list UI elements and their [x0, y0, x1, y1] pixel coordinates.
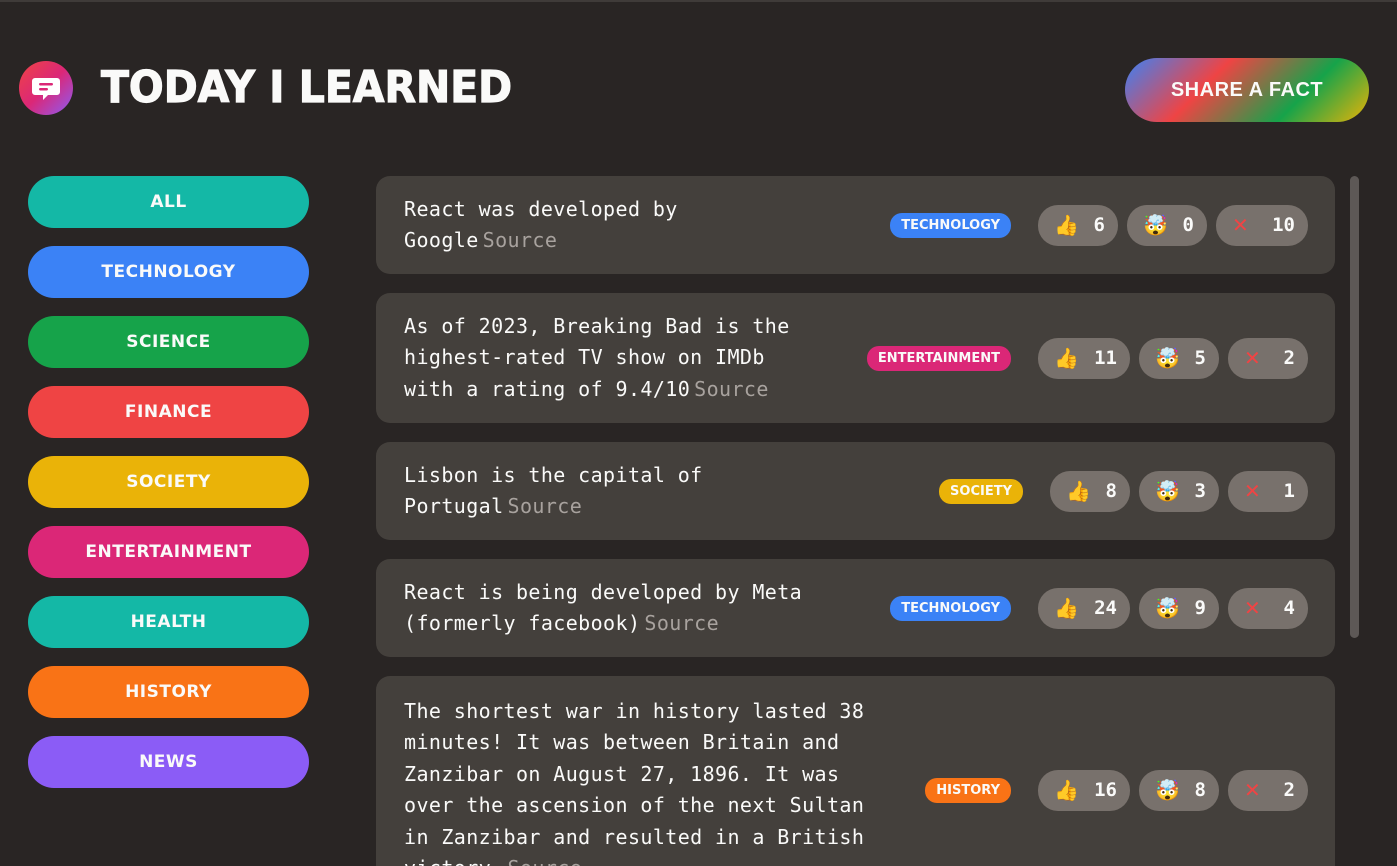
fact-text-body: React is being developed by Meta (former…	[404, 579, 803, 636]
exploding-head-icon: 🤯	[1155, 596, 1180, 620]
thumbs-up-icon: 👍	[1054, 596, 1079, 620]
category-tag: history	[925, 777, 1011, 803]
vote-false-button[interactable]: ✕ 1	[1228, 470, 1308, 512]
thumbs-up-icon: 👍	[1054, 213, 1079, 237]
source-link[interactable]: Source	[644, 611, 719, 635]
scrollbar[interactable]	[1349, 176, 1360, 866]
vote-count: 3	[1194, 480, 1206, 502]
thumbs-up-icon: 👍	[1054, 346, 1079, 370]
exploding-head-icon: 🤯	[1155, 778, 1180, 802]
vote-false-button[interactable]: ✕ 4	[1228, 587, 1308, 629]
exploding-head-icon: 🤯	[1143, 213, 1168, 237]
fact-item: As of 2023, Breaking Bad is the highest-…	[376, 293, 1335, 423]
vote-buttons: 👍 16 🤯 8 ✕ 2	[1038, 769, 1308, 811]
scrollbar-thumb[interactable]	[1350, 176, 1359, 638]
vote-mindblowing-button[interactable]: 🤯 0	[1127, 204, 1207, 246]
vote-count: 5	[1194, 347, 1206, 369]
category-button-all[interactable]: All	[28, 176, 309, 228]
category-tag: technology	[890, 595, 1011, 621]
vote-false-button[interactable]: ✕ 2	[1228, 337, 1308, 379]
source-link[interactable]: Source	[508, 494, 583, 518]
vote-count: 2	[1283, 347, 1295, 369]
category-button-health[interactable]: health	[28, 596, 309, 648]
facts-list: React was developed by Google Source tech…	[376, 176, 1335, 866]
source-link[interactable]: Source	[694, 377, 769, 401]
vote-buttons: 👍 24 🤯 9 ✕ 4	[1038, 587, 1308, 629]
category-button-society[interactable]: society	[28, 456, 309, 508]
vote-count: 16	[1094, 779, 1117, 801]
category-sidebar: All technology science finance society e…	[28, 176, 309, 806]
vote-count: 8	[1105, 480, 1117, 502]
cross-mark-icon: ✕	[1232, 213, 1249, 237]
app-title: Today I Learned	[100, 61, 513, 113]
fact-item: React is being developed by Meta (former…	[376, 559, 1335, 657]
vote-count: 9	[1194, 597, 1206, 619]
vote-buttons: 👍 6 🤯 0 ✕ 10	[1038, 204, 1308, 246]
vote-interesting-button[interactable]: 👍 16	[1038, 769, 1130, 811]
fact-text: React was developed by Google Source	[404, 194, 704, 257]
logo-glyph	[32, 78, 60, 100]
vote-buttons: 👍 11 🤯 5 ✕ 2	[1038, 337, 1308, 379]
vote-mindblowing-button[interactable]: 🤯 3	[1139, 470, 1219, 512]
fact-text: The shortest war in history lasted 38 mi…	[404, 696, 894, 866]
vote-count: 1	[1283, 480, 1295, 502]
cross-mark-icon: ✕	[1244, 778, 1261, 802]
vote-interesting-button[interactable]: 👍 24	[1038, 587, 1130, 629]
vote-count: 24	[1094, 597, 1117, 619]
category-tag: entertainment	[866, 345, 1011, 371]
fact-item: The shortest war in history lasted 38 mi…	[376, 676, 1335, 866]
fact-text: As of 2023, Breaking Bad is the highest-…	[404, 311, 824, 406]
cross-mark-icon: ✕	[1244, 346, 1261, 370]
vote-interesting-button[interactable]: 👍 8	[1050, 470, 1130, 512]
fact-item: Lisbon is the capital of Portugal Source …	[376, 442, 1335, 540]
vote-false-button[interactable]: ✕ 10	[1216, 204, 1308, 246]
vote-mindblowing-button[interactable]: 🤯 5	[1139, 337, 1219, 379]
thumbs-up-icon: 👍	[1066, 479, 1091, 503]
vote-count: 6	[1093, 214, 1105, 236]
cross-mark-icon: ✕	[1244, 479, 1261, 503]
category-tag: society	[939, 478, 1023, 504]
exploding-head-icon: 🤯	[1155, 479, 1180, 503]
exploding-head-icon: 🤯	[1155, 346, 1180, 370]
vote-interesting-button[interactable]: 👍 11	[1038, 337, 1130, 379]
source-link[interactable]: Source	[508, 856, 583, 866]
category-button-technology[interactable]: technology	[28, 246, 309, 298]
category-button-finance[interactable]: finance	[28, 386, 309, 438]
vote-mindblowing-button[interactable]: 🤯 9	[1139, 587, 1219, 629]
source-link[interactable]: Source	[483, 228, 558, 252]
vote-count: 8	[1194, 779, 1206, 801]
vote-count: 10	[1272, 214, 1295, 236]
category-button-history[interactable]: history	[28, 666, 309, 718]
vote-false-button[interactable]: ✕ 2	[1228, 769, 1308, 811]
category-button-entertainment[interactable]: entertainment	[28, 526, 309, 578]
message-bubble-icon	[19, 61, 73, 115]
vote-mindblowing-button[interactable]: 🤯 8	[1139, 769, 1219, 811]
fact-text: React is being developed by Meta (former…	[404, 577, 834, 640]
category-tag: technology	[890, 212, 1011, 238]
vote-count: 0	[1182, 214, 1194, 236]
vote-buttons: 👍 8 🤯 3 ✕ 1	[1050, 470, 1308, 512]
category-button-science[interactable]: science	[28, 316, 309, 368]
cross-mark-icon: ✕	[1244, 596, 1261, 620]
fact-text-body: The shortest war in history lasted 38 mi…	[404, 698, 865, 866]
thumbs-up-icon: 👍	[1054, 778, 1079, 802]
header: Today I Learned Share a fact	[0, 2, 1397, 142]
vote-count: 2	[1283, 779, 1295, 801]
share-fact-button[interactable]: Share a fact	[1125, 58, 1369, 122]
vote-count: 4	[1283, 597, 1295, 619]
fact-text: Lisbon is the capital of Portugal Source	[404, 460, 734, 523]
category-button-news[interactable]: news	[28, 736, 309, 788]
vote-count: 11	[1094, 347, 1117, 369]
vote-interesting-button[interactable]: 👍 6	[1038, 204, 1118, 246]
fact-item: React was developed by Google Source tech…	[376, 176, 1335, 274]
